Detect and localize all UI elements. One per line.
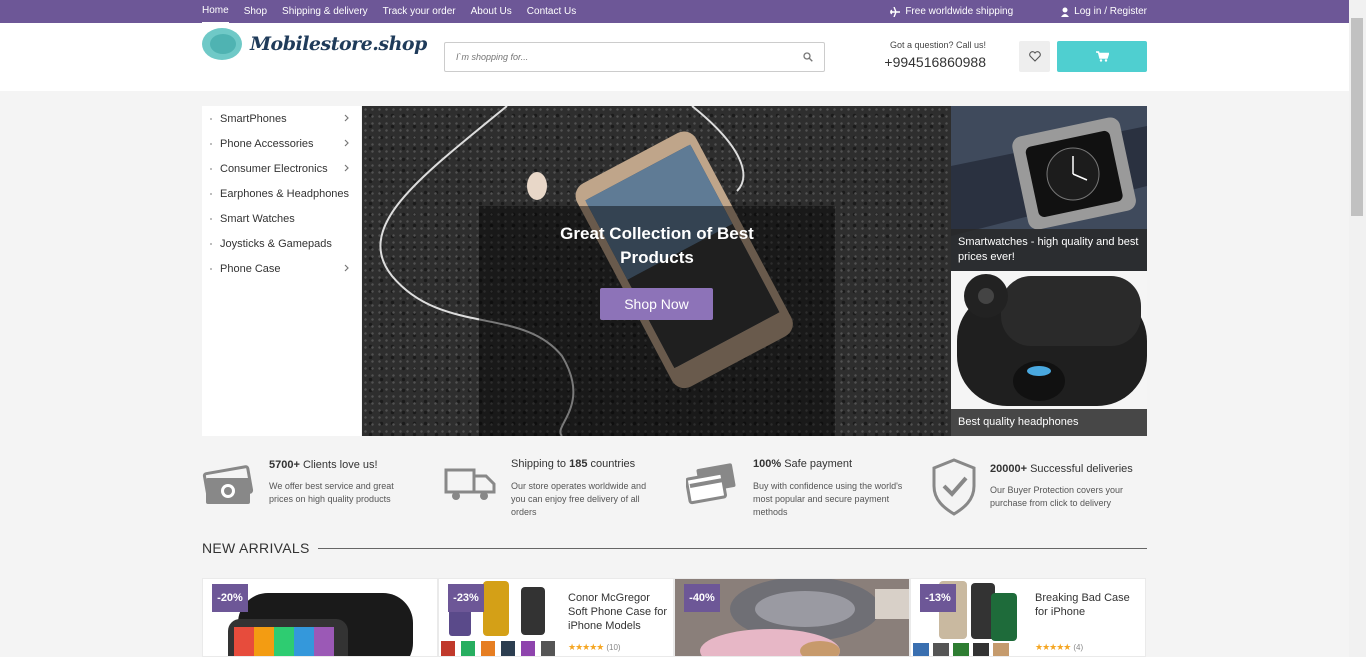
hero-banner: Great Collection of Best Products Shop N… — [362, 106, 951, 436]
promo-headphones[interactable]: Best quality headphones — [951, 271, 1147, 436]
nav-shop[interactable]: Shop — [244, 1, 267, 23]
logo-mark — [202, 28, 242, 60]
shop-now-button[interactable]: Shop Now — [600, 288, 713, 320]
section-title: NEW ARRIVALS — [202, 540, 310, 556]
sidebar-item-consumer-electronics[interactable]: Consumer Electronics — [202, 156, 361, 181]
call-box: Got a question? Call us! +994516860988 — [880, 40, 986, 70]
nav-home[interactable]: Home — [202, 0, 229, 24]
nav-track-order[interactable]: Track your order — [383, 1, 456, 23]
category-sidebar: SmartPhones Phone Accessories Consumer E… — [202, 106, 361, 436]
bullet-dot — [210, 117, 212, 120]
free-shipping-text: Free worldwide shipping — [905, 6, 1014, 17]
discount-badge: -20% — [212, 584, 248, 612]
sidebar-item-phone-accessories[interactable]: Phone Accessories — [202, 131, 361, 156]
sidebar-item-label: Smart Watches — [220, 212, 295, 225]
free-shipping-notice: Free worldwide shipping — [890, 6, 1013, 17]
sidebar-item-smartphones[interactable]: SmartPhones — [202, 106, 361, 131]
page-scrollbar[interactable] — [1349, 0, 1366, 657]
cart-icon — [1095, 51, 1109, 62]
bullet-dot — [210, 167, 212, 170]
product-card[interactable]: -20% — [202, 578, 438, 657]
chevron-right-icon — [344, 139, 349, 147]
credit-card-icon — [686, 463, 736, 505]
feature-title: Shipping to 185 countries — [511, 458, 636, 470]
heart-icon — [1028, 51, 1041, 62]
header: Mobilestore.shop Got a question? Call us… — [0, 23, 1349, 91]
call-question: Got a question? Call us! — [889, 40, 986, 50]
sidebar-item-label: Joysticks & Gamepads — [220, 237, 332, 250]
nav-about-us[interactable]: About Us — [471, 1, 512, 23]
section-divider — [318, 548, 1147, 549]
sidebar-item-smart-watches[interactable]: Smart Watches — [202, 206, 361, 231]
discount-badge: -23% — [448, 584, 484, 612]
chevron-right-icon — [344, 264, 349, 272]
search-box — [444, 42, 825, 72]
logo-text: Mobilestore.shop — [250, 33, 427, 55]
truck-icon — [444, 468, 496, 500]
login-register-link[interactable]: Log in / Register — [1061, 6, 1147, 17]
promo-caption: Smartwatches - high quality and best pri… — [951, 229, 1147, 271]
user-icon — [1061, 7, 1070, 17]
top-bar: Home Shop Shipping & delivery Track your… — [0, 0, 1349, 24]
top-nav: Home Shop Shipping & delivery Track your… — [202, 0, 591, 24]
product-card[interactable]: -23% Conor McGregor Soft Phone Case for … — [438, 578, 674, 657]
bullet-dot — [210, 142, 212, 145]
feature-title: 20000+ Successful deliveries — [990, 463, 1133, 475]
sidebar-item-label: Phone Case — [220, 262, 281, 275]
feature-title: 100% Safe payment — [753, 458, 853, 470]
search-icon[interactable] — [803, 52, 813, 62]
bullet-dot — [210, 217, 212, 220]
sidebar-item-phone-case[interactable]: Phone Case — [202, 256, 361, 281]
review-count: (4) — [1073, 643, 1084, 652]
plane-icon — [890, 6, 901, 17]
chevron-right-icon — [344, 164, 349, 172]
wishlist-button[interactable] — [1019, 41, 1050, 72]
feature-deliveries: 20000+ Successful deliveries Our Buyer P… — [930, 452, 1160, 522]
scrollbar-thumb[interactable] — [1351, 18, 1363, 216]
sidebar-item-label: Earphones & Headphones — [220, 187, 350, 200]
promo-caption: Best quality headphones — [951, 409, 1147, 436]
discount-badge: -40% — [684, 584, 720, 612]
login-register-text: Log in / Register — [1074, 6, 1147, 17]
bullet-dot — [210, 267, 212, 270]
bullet-dot — [210, 192, 212, 195]
shield-check-icon — [932, 458, 976, 516]
feature-description: Our Buyer Protection covers your purchas… — [990, 485, 1124, 508]
bullet-dot — [210, 242, 212, 245]
feature-description: Buy with confidence using the world's mo… — [753, 481, 903, 517]
feature-payment: 100% Safe payment Buy with confidence us… — [686, 452, 916, 522]
feature-title: 5700+ Clients love us! — [269, 459, 378, 471]
sidebar-item-joysticks-gamepads[interactable]: Joysticks & Gamepads — [202, 231, 361, 256]
cart-button[interactable] — [1057, 41, 1147, 72]
review-count: (10) — [606, 643, 621, 652]
search-input[interactable] — [445, 43, 785, 71]
product-name[interactable]: Breaking Bad Case for iPhone — [1035, 591, 1135, 619]
product-card[interactable]: -13% Breaking Bad Case for iPhone ★★★★★(… — [910, 578, 1146, 657]
hero-title: Great Collection of Best Products — [560, 224, 754, 267]
phone-number[interactable]: +994516860988 — [880, 54, 986, 70]
sidebar-item-label: Phone Accessories — [220, 137, 314, 150]
feature-description: We offer best service and great prices o… — [269, 481, 394, 504]
chevron-right-icon — [344, 114, 349, 122]
product-card[interactable]: -40% — [674, 578, 910, 657]
feature-description: Our store operates worldwide and you can… — [511, 481, 647, 517]
feature-clients: 5700+ Clients love us! We offer best ser… — [202, 452, 432, 522]
promo-smartwatches[interactable]: Smartwatches - high quality and best pri… — [951, 106, 1147, 271]
sidebar-item-earphones-headphones[interactable]: Earphones & Headphones — [202, 181, 361, 206]
sidebar-item-label: Consumer Electronics — [220, 162, 328, 175]
product-name[interactable]: Conor McGregor Soft Phone Case for iPhon… — [568, 591, 668, 633]
features-row: 5700+ Clients love us! We offer best ser… — [202, 452, 1147, 522]
site-logo[interactable]: Mobilestore.shop — [202, 28, 427, 60]
feature-shipping: Shipping to 185 countries Our store oper… — [444, 452, 674, 522]
nav-shipping-delivery[interactable]: Shipping & delivery — [282, 1, 368, 23]
product-list: -20% -23% Conor McGregor Soft Phone Case… — [202, 578, 1147, 657]
money-icon — [202, 465, 254, 504]
rating-stars: ★★★★★ (4) — [1035, 642, 1084, 652]
nav-contact-us[interactable]: Contact Us — [527, 1, 576, 23]
discount-badge: -13% — [920, 584, 956, 612]
top-right: Free worldwide shipping Log in / Registe… — [842, 0, 1147, 23]
sidebar-item-label: SmartPhones — [220, 112, 287, 125]
rating-stars: ★★★★★ (10) — [568, 642, 621, 652]
